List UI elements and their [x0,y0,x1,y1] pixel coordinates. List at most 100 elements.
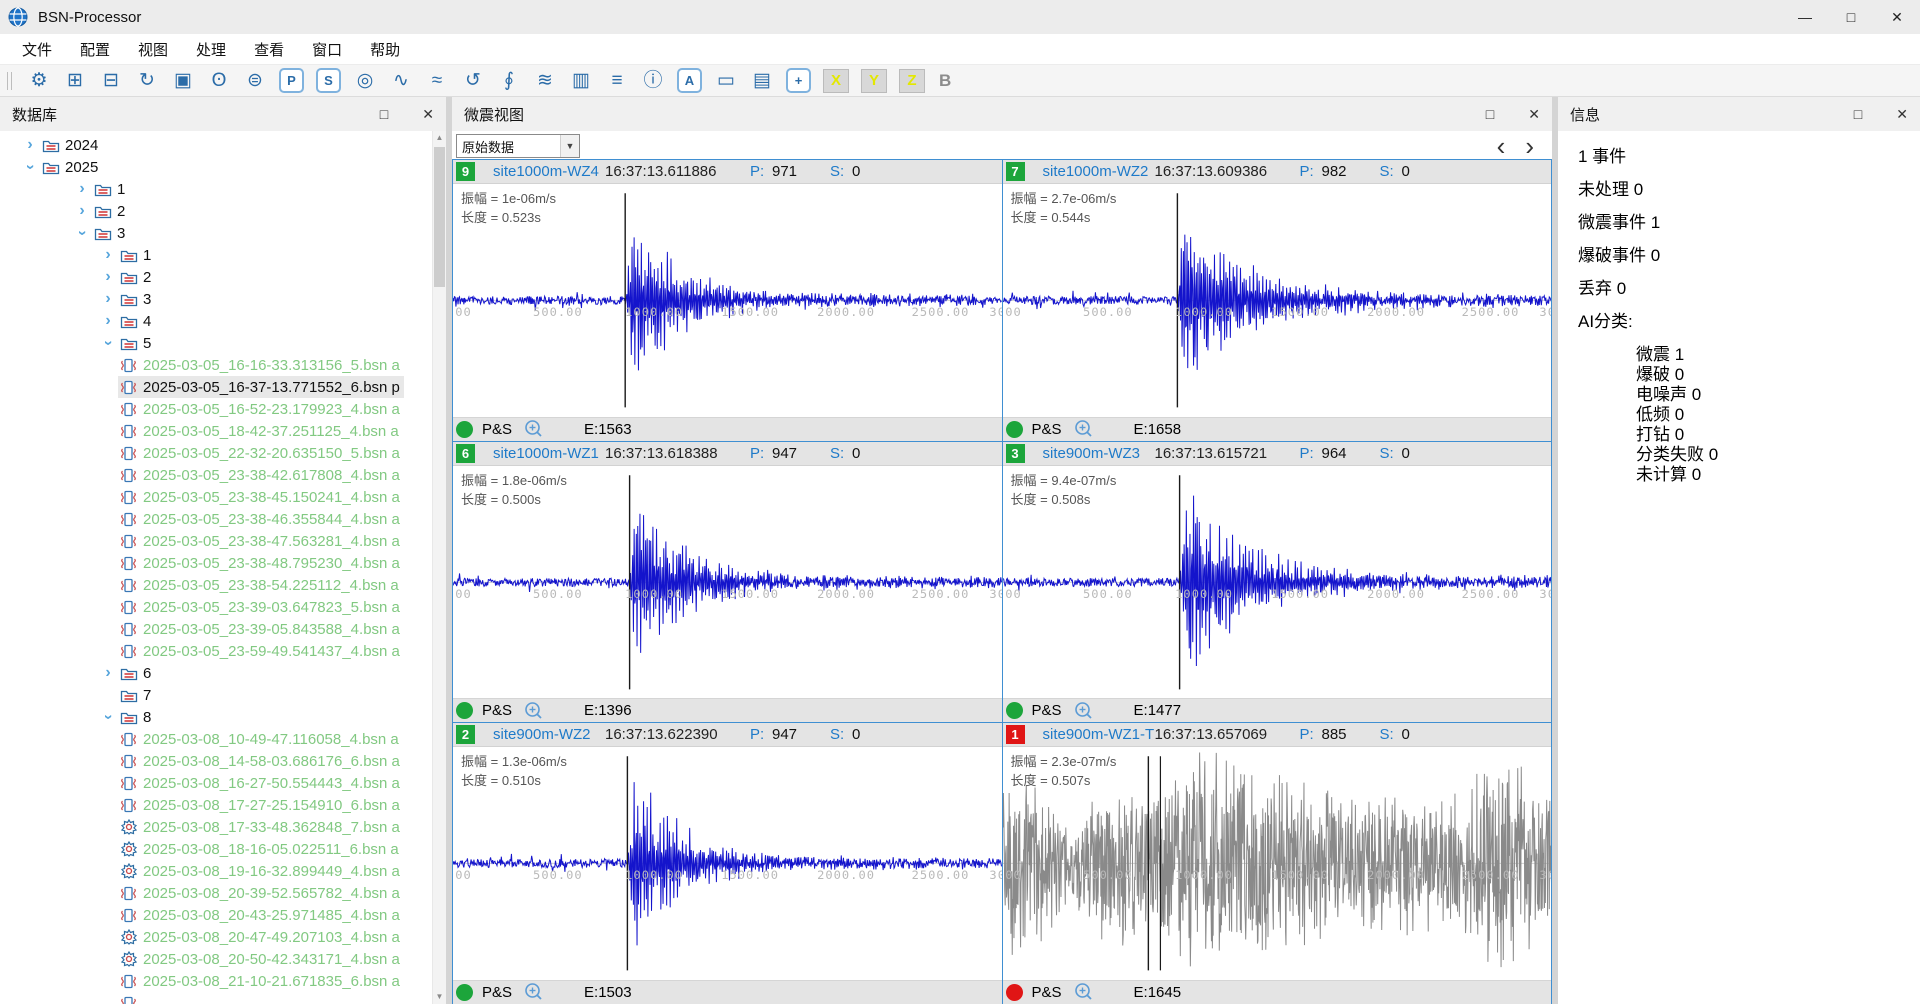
waveform-plot[interactable]: 00500.001000.001500.002000.002500.003000… [1003,184,1552,417]
q-wave-icon[interactable]: ∮ [497,70,521,92]
bold-button[interactable]: B [937,71,953,91]
tree-file-item[interactable]: 2025-03-08_16-27-50.554443_4.bsn a [0,772,446,794]
waveform-plot[interactable]: 00500.001000.001500.002000.002500.003000… [453,747,1002,980]
waveform-smooth-icon[interactable]: ≈ [425,70,449,92]
folder-open-icon[interactable]: ⊟ [99,70,123,92]
collapse-chevron-icon[interactable]: › [20,157,40,177]
tree-file-item[interactable]: 2025-03-05_18-42-37.251125_4.bsn a [0,420,446,442]
tree-file-item[interactable]: 2025-03-05_16-16-33.313156_5.bsn a [0,354,446,376]
tree-file-item[interactable]: 2025-03-05_23-38-42.617808_4.bsn a [0,464,446,486]
tree-file-item[interactable]: 2025-03-08_18-16-05.022511_6.bsn a [0,838,446,860]
tree-folder-4[interactable]: ›4 [0,310,446,332]
zoom-in-icon[interactable] [524,701,544,721]
expand-chevron-icon[interactable]: › [98,289,118,309]
histogram-icon[interactable]: ▥ [569,70,593,92]
tree-file-item[interactable]: 2025-03-05_23-38-54.225112_4.bsn a [0,574,446,596]
tree-file-item[interactable]: 2025-03-05_23-59-49.541437_4.bsn a [0,640,446,662]
info-icon[interactable]: ⓘ [641,70,665,92]
menu-item-6[interactable]: 窗口 [298,39,356,60]
prev-event-button[interactable]: ‹ [1497,136,1506,156]
toolbar-grip[interactable] [7,72,12,90]
menu-item-2[interactable]: 配置 [66,39,124,60]
expand-chevron-icon[interactable]: › [98,245,118,265]
zoom-in-icon[interactable] [524,982,544,1002]
collapse-chevron-icon[interactable]: › [98,707,118,727]
tree-folder-2[interactable]: ›2 [0,266,446,288]
zoom-in-icon[interactable] [524,419,544,439]
tree-file-item[interactable] [0,992,446,1004]
tree-folder-2024[interactable]: ›2024 [0,134,446,156]
expand-chevron-icon[interactable]: › [72,179,92,199]
wave-threshold-icon[interactable]: ≋ [533,70,557,92]
axis-y-button[interactable]: Y [861,69,887,93]
zoom-in-icon[interactable] [1074,419,1094,439]
tree-folder-2[interactable]: ›2 [0,200,446,222]
database-close-button[interactable]: ✕ [422,106,434,123]
minimize-button[interactable]: — [1782,0,1828,34]
save-icon[interactable]: ▣ [171,70,195,92]
s-phase-button[interactable]: S [316,68,341,93]
tree-file-item[interactable]: 2025-03-08_17-27-25.154910_6.bsn a [0,794,446,816]
channel-name[interactable]: site1000m-WZ2 [1043,163,1155,180]
tree-file-item[interactable]: 2025-03-08_20-47-49.207103_4.bsn a [0,926,446,948]
data-type-dropdown[interactable]: 原始数据 ▼ [456,134,580,158]
next-event-button[interactable]: › [1525,136,1534,156]
scroll-up-icon[interactable]: ▲ [433,131,446,145]
tree-file-item[interactable]: 2025-03-08_14-58-03.686176_6.bsn a [0,750,446,772]
tree-file-item[interactable]: 2025-03-05_23-38-45.150241_4.bsn a [0,486,446,508]
tree-folder-8[interactable]: ›8 [0,706,446,728]
tree-folder-3[interactable]: ›3 [0,288,446,310]
tree-file-item[interactable]: 2025-03-05_22-32-20.635150_5.bsn a [0,442,446,464]
menu-item-5[interactable]: 查看 [240,39,298,60]
tree-file-item[interactable]: 2025-03-08_10-49-47.116058_4.bsn a [0,728,446,750]
menu-item-1[interactable]: 文件 [8,39,66,60]
tree-file-item[interactable]: 2025-03-05_16-37-13.771552_6.bsn p [0,376,446,398]
tree-file-item[interactable]: 2025-03-05_23-38-48.795230_4.bsn a [0,552,446,574]
channel-name[interactable]: site1000m-WZ4 [493,163,605,180]
scroll-down-icon[interactable]: ▼ [433,990,446,1004]
tree-file-item[interactable]: 2025-03-05_23-38-46.355844_4.bsn a [0,508,446,530]
p-phase-button[interactable]: P [279,68,304,93]
channel-name[interactable]: site900m-WZ2 [493,726,605,743]
tree-file-item[interactable]: 2025-03-05_23-39-05.843588_4.bsn a [0,618,446,640]
channel-name[interactable]: site1000m-WZ1 [493,445,605,462]
tree-folder-7[interactable]: 7 [0,684,446,706]
tree-file-item[interactable]: 2025-03-08_20-39-52.565782_4.bsn a [0,882,446,904]
tree-folder-2025[interactable]: ›2025 [0,156,446,178]
tree-folder-5[interactable]: ›5 [0,332,446,354]
frame-icon[interactable]: ▭ [714,70,738,92]
waveform-plot[interactable]: 00500.001000.001500.002000.002500.003000… [1003,466,1552,699]
channel-name[interactable]: site900m-WZ3 [1043,445,1155,462]
tree-file-item[interactable]: 2025-03-08_20-43-25.971485_4.bsn a [0,904,446,926]
info-float-button[interactable]: □ [1854,106,1862,122]
close-button[interactable]: ✕ [1874,0,1920,34]
tree-folder-1[interactable]: ›1 [0,244,446,266]
tree-file-item[interactable]: 2025-03-08_21-10-21.671835_6.bsn a [0,970,446,992]
menu-item-7[interactable]: 帮助 [356,39,414,60]
expand-chevron-icon[interactable]: › [72,201,92,221]
tree-folder-1[interactable]: ›1 [0,178,446,200]
axis-x-button[interactable]: X [823,69,849,93]
channel-name[interactable]: site900m-WZ1-T [1043,726,1155,743]
menu-item-4[interactable]: 处理 [182,39,240,60]
folder-add-icon[interactable]: ⊞ [63,70,87,92]
info-close-button[interactable]: ✕ [1896,106,1908,123]
tree-file-item[interactable]: 2025-03-08_17-33-48.362848_7.bsn a [0,816,446,838]
zoom-in-icon[interactable] [1074,982,1094,1002]
waveform-plot[interactable]: 00500.001000.001500.002000.002500.003000… [453,466,1002,699]
expand-chevron-icon[interactable]: › [20,135,40,155]
expand-chevron-icon[interactable]: › [98,663,118,683]
collapse-chevron-icon[interactable]: › [72,223,92,243]
view-float-button[interactable]: □ [1486,106,1494,122]
menu-item-3[interactable]: 视图 [124,39,182,60]
list-icon[interactable]: ≡ [605,70,629,92]
tree-folder-3[interactable]: ›3 [0,222,446,244]
collapse-chevron-icon[interactable]: › [98,333,118,353]
tree-file-item[interactable]: 2025-03-05_23-39-03.647823_5.bsn a [0,596,446,618]
tree-scrollbar[interactable]: ▲ ▼ [432,131,446,1004]
tree-file-item[interactable]: 2025-03-08_20-50-42.343171_4.bsn a [0,948,446,970]
location-icon[interactable]: ◎ [353,70,377,92]
expand-chevron-icon[interactable]: › [98,311,118,331]
layers-icon[interactable]: ▤ [750,70,774,92]
zoom-in-icon[interactable] [1074,701,1094,721]
